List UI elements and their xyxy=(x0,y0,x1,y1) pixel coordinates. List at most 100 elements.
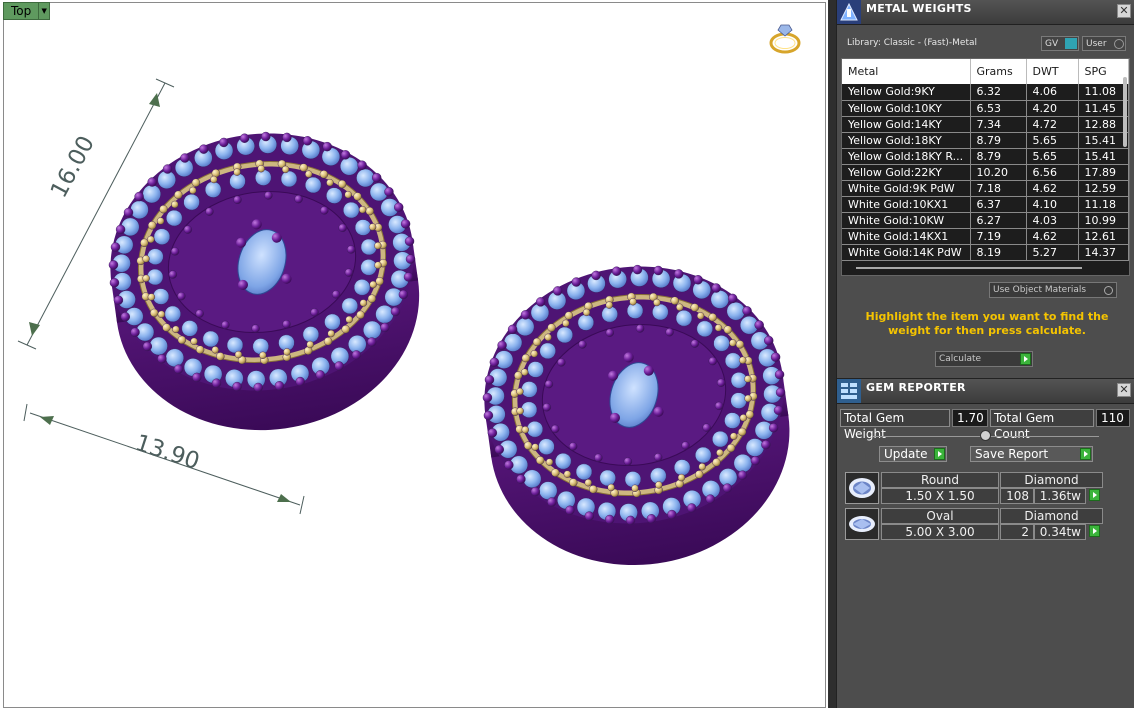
dwt-value: 4.72 xyxy=(1026,116,1079,133)
column-header-metal[interactable]: Metal xyxy=(842,59,971,84)
grams-value: 7.18 xyxy=(970,180,1027,197)
metal-name: Yellow Gold:18KY R... xyxy=(842,148,971,165)
gem-material: Diamond xyxy=(1000,508,1103,524)
toggle-on-icon xyxy=(1065,38,1077,49)
dwt-value: 4.62 xyxy=(1026,180,1079,197)
dwt-value: 4.10 xyxy=(1026,196,1079,213)
column-header-spg[interactable]: SPG xyxy=(1078,59,1129,84)
gv-toggle-label: GV xyxy=(1045,38,1059,49)
metal-weights-table[interactable]: Metal Grams DWT SPG Yellow Gold:9KY 6.32 4… xyxy=(841,58,1130,276)
view-name-label: Top xyxy=(11,4,32,18)
gem-count: 108 xyxy=(1000,488,1034,504)
close-icon[interactable]: ✕ xyxy=(1117,4,1131,18)
dwt-value: 4.06 xyxy=(1026,84,1079,101)
close-icon[interactable]: ✕ xyxy=(1117,383,1131,397)
spg-value: 15.41 xyxy=(1078,148,1129,165)
library-label: Library: Classic - (Fast)-Metal xyxy=(847,38,978,48)
gv-toggle[interactable]: GV xyxy=(1041,36,1079,51)
metal-name: White Gold:9K PdW xyxy=(842,180,971,197)
total-gem-count-label: Total Gem Count xyxy=(990,409,1094,441)
spg-value: 12.88 xyxy=(1078,116,1129,133)
table-horizontal-scrollbar[interactable] xyxy=(856,267,1082,269)
grams-value: 8.79 xyxy=(970,132,1027,149)
metal-name: Yellow Gold:9KY xyxy=(842,84,971,101)
table-row[interactable]: White Gold:9K PdW 7.18 4.62 12.59 xyxy=(842,180,1129,197)
update-label: Update xyxy=(884,447,928,461)
spg-value: 10.99 xyxy=(1078,212,1129,229)
play-icon[interactable] xyxy=(1089,489,1100,501)
dwt-value: 4.03 xyxy=(1026,212,1079,229)
metal-weights-panel: METAL WEIGHTS ✕ Library: Classic - (Fast… xyxy=(836,0,1134,378)
table-row[interactable]: White Gold:14KX1 7.19 4.62 12.61 xyxy=(842,228,1129,245)
gem-weight: 1.36tw xyxy=(1034,488,1086,504)
spg-value: 11.08 xyxy=(1078,84,1129,101)
table-row[interactable]: Yellow Gold:9KY 6.32 4.06 11.08 xyxy=(842,84,1129,101)
scale-icon xyxy=(837,0,861,24)
gem-size: 5.00 X 3.00 xyxy=(881,524,999,540)
grams-value: 7.19 xyxy=(970,228,1027,245)
spg-value: 12.59 xyxy=(1078,180,1129,197)
gem-material: Diamond xyxy=(1000,472,1103,488)
play-icon[interactable] xyxy=(1089,525,1100,537)
spg-value: 14.37 xyxy=(1078,244,1129,261)
dwt-value: 6.56 xyxy=(1026,164,1079,181)
table-row[interactable]: White Gold:10KW 6.27 4.03 10.99 xyxy=(842,212,1129,229)
metal-name: White Gold:10KX1 xyxy=(842,196,971,213)
table-row[interactable]: White Gold:14K PdW 8.19 5.27 14.37 xyxy=(842,244,1129,261)
spg-value: 11.18 xyxy=(1078,196,1129,213)
panel-splitter[interactable] xyxy=(829,0,836,708)
calculate-hint-text: Highlight the item you want to find the … xyxy=(865,310,1109,337)
table-row[interactable]: White Gold:10KX1 6.37 4.10 11.18 xyxy=(842,196,1129,213)
grams-value: 8.19 xyxy=(970,244,1027,261)
oval-gem-icon xyxy=(845,508,879,540)
spg-value: 11.45 xyxy=(1078,100,1129,117)
gem-reporter-titlebar[interactable]: GEM REPORTER ✕ xyxy=(837,379,1134,404)
save-report-label: Save Report xyxy=(975,447,1049,461)
use-object-materials-select[interactable]: Use Object Materials xyxy=(989,282,1117,298)
update-button[interactable]: Update xyxy=(879,446,947,462)
play-icon xyxy=(1080,448,1091,460)
metal-weights-titlebar[interactable]: METAL WEIGHTS ✕ xyxy=(837,0,1134,25)
spg-value: 15.41 xyxy=(1078,132,1129,149)
user-toggle[interactable]: User xyxy=(1082,36,1126,51)
play-icon xyxy=(934,448,945,460)
dwt-value: 4.20 xyxy=(1026,100,1079,117)
column-header-dwt[interactable]: DWT xyxy=(1026,59,1079,84)
grams-value: 6.53 xyxy=(970,100,1027,117)
play-icon xyxy=(1020,353,1031,365)
chevron-down-icon[interactable]: ▼ xyxy=(38,3,49,19)
calculate-button[interactable]: Calculate xyxy=(935,351,1033,367)
gem-reporter-title: GEM REPORTER xyxy=(866,381,966,394)
gem-weight: 0.34tw xyxy=(1034,524,1086,540)
table-row[interactable]: Yellow Gold:14KY 7.34 4.72 12.88 xyxy=(842,116,1129,133)
metal-name: Yellow Gold:10KY xyxy=(842,100,971,117)
metal-name: Yellow Gold:22KY xyxy=(842,164,971,181)
table-vertical-scrollbar[interactable] xyxy=(1123,77,1127,147)
round-gem-icon xyxy=(845,472,879,504)
table-row[interactable]: Yellow Gold:18KY R... 8.79 5.65 15.41 xyxy=(842,148,1129,165)
gem-row[interactable]: Round Diamond 1.50 X 1.50 108 1.36tw xyxy=(845,472,1103,506)
dwt-value: 5.65 xyxy=(1026,148,1079,165)
gem-row[interactable]: Oval Diamond 5.00 X 3.00 2 0.34tw xyxy=(845,508,1103,542)
gem-shape: Round xyxy=(881,472,999,488)
gem-reporter-panel: GEM REPORTER ✕ Total Gem Weight 1.70 Tot… xyxy=(836,378,1134,708)
gem-size: 1.50 X 1.50 xyxy=(881,488,999,504)
view-tab-top[interactable]: Top ▼ xyxy=(3,2,51,20)
3d-viewport[interactable]: 16.00 13.90 Top ▼ xyxy=(0,0,829,708)
metal-name: White Gold:14K PdW xyxy=(842,244,971,261)
earring-render xyxy=(17,24,801,566)
slider-handle-icon[interactable] xyxy=(980,430,991,441)
dwt-value: 5.65 xyxy=(1026,132,1079,149)
ring-view-icon xyxy=(769,24,801,54)
table-row[interactable]: Yellow Gold:10KY 6.53 4.20 11.45 xyxy=(842,100,1129,117)
grams-value: 6.27 xyxy=(970,212,1027,229)
table-row[interactable]: Yellow Gold:18KY 8.79 5.65 15.41 xyxy=(842,132,1129,149)
user-toggle-label: User xyxy=(1086,38,1107,49)
radio-icon xyxy=(1104,286,1113,295)
column-header-grams[interactable]: Grams xyxy=(970,59,1027,84)
table-row[interactable]: Yellow Gold:22KY 10.20 6.56 17.89 xyxy=(842,164,1129,181)
metal-name: Yellow Gold:14KY xyxy=(842,116,971,133)
grams-value: 6.37 xyxy=(970,196,1027,213)
dwt-value: 4.62 xyxy=(1026,228,1079,245)
save-report-button[interactable]: Save Report xyxy=(970,446,1093,462)
